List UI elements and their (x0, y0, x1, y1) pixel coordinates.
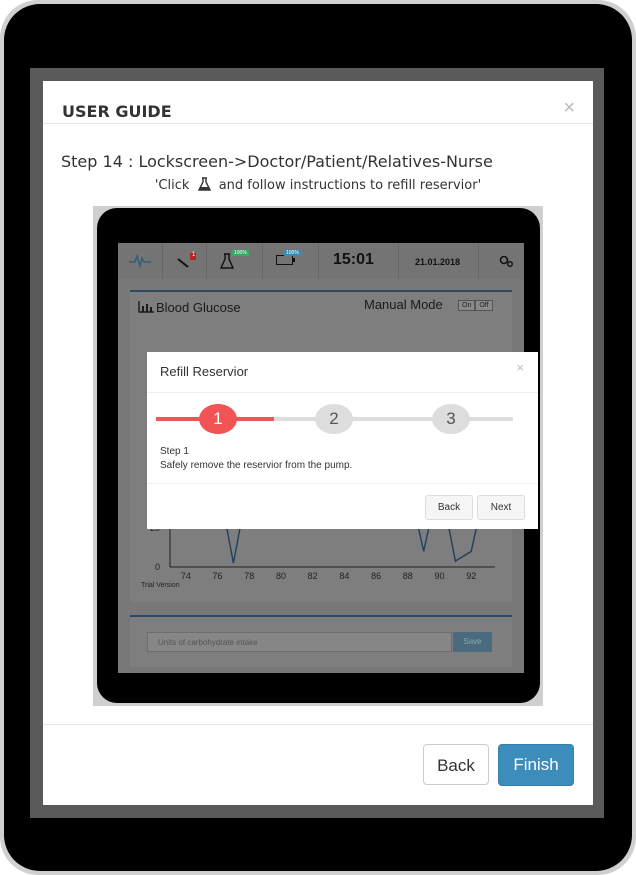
flask-icon (197, 177, 211, 195)
step-instruction: 'Click and follow instructions to refill… (43, 177, 593, 195)
finish-button[interactable]: Finish (498, 744, 574, 786)
modal-title: USER GUIDE (62, 102, 172, 121)
step-indicator-1: 1 (199, 404, 237, 434)
modal-footer-divider (43, 724, 593, 725)
battery-icon (276, 255, 295, 265)
dialog-step-description: Safely remove the reservior from the pum… (160, 460, 353, 471)
step-indicator-2: 2 (315, 404, 353, 434)
carb-intake-input: Units of carbohydrate intake (147, 632, 452, 652)
back-button[interactable]: Back (423, 744, 489, 785)
settings-gears-icon (499, 255, 513, 267)
instruction-text-before: 'Click (154, 178, 190, 193)
carb-input-panel: Units of carbohydrate intake Save (130, 615, 512, 667)
x-tick-label: 84 (339, 571, 349, 581)
x-tick-label: 78 (244, 571, 254, 581)
alarm-cell: 1 (162, 243, 207, 279)
x-tick-label: 90 (435, 571, 445, 581)
user-guide-modal: USER GUIDE × Step 14 : Lockscreen->Docto… (43, 81, 593, 805)
screenshot-screen: 1 100% 100% 15:01 21.01.2018 Blood Gluco… (118, 243, 538, 673)
x-tick-label: 86 (371, 571, 381, 581)
x-tick-label: 76 (213, 571, 223, 581)
clock-date: 21.01.2018 (415, 257, 461, 267)
step-indicator-3: 3 (432, 404, 470, 434)
step-title: Step 14 : Lockscreen->Doctor/Patient/Rel… (61, 152, 493, 171)
dialog-title: Refill Reservior (160, 364, 249, 379)
battery-badge: 100% (284, 250, 301, 256)
dialog-next-button: Next (477, 495, 525, 520)
screenshot-device-bezel: 1 100% 100% 15:01 21.01.2018 Blood Gluco… (97, 208, 540, 703)
dialog-step-label: Step 1 (160, 446, 189, 457)
x-tick-label: 80 (276, 571, 286, 581)
instruction-text-after: and follow instructions to refill reserv… (218, 178, 482, 193)
x-tick-label: 74 (181, 571, 191, 581)
dialog-back-button: Back (425, 495, 473, 520)
carb-save-button: Save (453, 632, 492, 652)
modal-header: USER GUIDE × (43, 81, 593, 124)
dialog-close-icon: × (516, 360, 524, 375)
dialog-divider (147, 392, 538, 393)
x-tick-label: 92 (466, 571, 476, 581)
reservoir-cell: 100% (206, 243, 263, 279)
app-logo-icon (129, 253, 151, 269)
y-tick-label: 0 (155, 562, 160, 572)
alarm-badge: 1 (192, 252, 196, 258)
x-tick-label: 88 (403, 571, 413, 581)
battery-cell: 100% (262, 243, 319, 279)
close-icon[interactable]: × (563, 98, 575, 118)
dialog-footer-divider (147, 483, 538, 484)
trial-version-label: Trial Version (141, 582, 180, 589)
logo-cell (118, 243, 163, 279)
reservoir-badge: 100% (232, 250, 249, 256)
tutorial-screenshot: 1 100% 100% 15:01 21.01.2018 Blood Gluco… (93, 206, 543, 706)
refill-reservoir-dialog: Refill Reservior × 1 2 3 Step 1 Safely r… (147, 352, 538, 529)
clock-time: 15:01 (333, 251, 374, 268)
status-bar: 1 100% 100% 15:01 21.01.2018 (118, 243, 524, 279)
x-tick-label: 82 (308, 571, 318, 581)
